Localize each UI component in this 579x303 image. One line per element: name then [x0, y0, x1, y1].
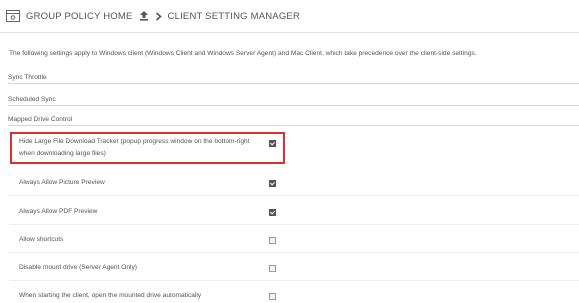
upload-icon[interactable] [139, 11, 149, 21]
header-divider [0, 32, 579, 33]
section-scheduled-sync[interactable]: Scheduled Sync [8, 95, 579, 106]
breadcrumb-home-link[interactable]: GROUP POLICY HOME [26, 11, 133, 22]
setting-label: When starting the client, open the mount… [19, 292, 202, 299]
setting-checkbox[interactable] [269, 265, 276, 272]
setting-checkbox[interactable] [269, 293, 276, 300]
group-policy-home-icon[interactable] [6, 10, 20, 22]
chevron-right-icon [155, 11, 162, 21]
setting-label: Always Allow PDF Preview [19, 208, 98, 215]
breadcrumb-current-page: CLIENT SETTING MANAGER [167, 10, 301, 22]
row-divider [9, 280, 579, 281]
highlight-box [10, 132, 285, 164]
breadcrumb: GROUP POLICY HOME CLIENT SETTING MANAGER [6, 7, 300, 25]
setting-checkbox[interactable] [269, 237, 276, 244]
setting-label: Disable mount drive (Server Agent Only) [19, 264, 138, 271]
section-sync-throttle[interactable]: Sync Throttle [8, 73, 579, 84]
row-divider [9, 195, 579, 196]
setting-checkbox[interactable] [269, 180, 276, 187]
setting-label: Allow shortcuts [19, 236, 64, 243]
setting-label: Always Allow Picture Preview [19, 179, 105, 186]
row-divider [9, 224, 579, 225]
settings-description: The following settings apply to Windows … [9, 50, 477, 57]
setting-checkbox[interactable] [269, 209, 276, 216]
row-divider [9, 252, 579, 253]
section-mapped-drive-control[interactable]: Mapped Drive Control [8, 115, 579, 126]
